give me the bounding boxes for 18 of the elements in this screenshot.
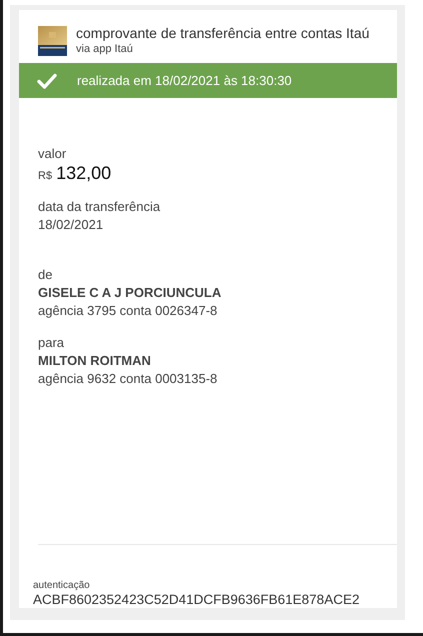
checkmark-icon	[37, 72, 57, 88]
party-label: de	[38, 266, 54, 284]
status-text: realizada em 18/02/2021 às 18:30:30	[77, 73, 292, 88]
bank-logo-icon	[38, 26, 67, 56]
party-label: para	[38, 334, 66, 352]
account-details: agência 9632 conta 0003135-8	[38, 370, 218, 388]
amount-label: valor	[38, 145, 68, 163]
amount-value: 132,00	[56, 163, 112, 184]
account-holder-name: MILTON ROITMAN	[38, 352, 152, 370]
date-value: 18/02/2021	[38, 216, 104, 234]
date-label: data da transferência	[38, 198, 162, 216]
receipt-subtitle: via app Itaú	[76, 42, 134, 56]
receipt-title: comprovante de transferência entre contas Itaú	[76, 25, 370, 42]
authentication-label: autenticação	[33, 580, 91, 592]
account-details: agência 3795 conta 0026347-8	[38, 302, 218, 320]
authentication-code: ACBF8602352423C52D41DCFB9636FB61E878ACE2	[33, 592, 360, 608]
currency-symbol: R$	[38, 170, 52, 182]
account-holder-name: GISELE C A J PORCIUNCULA	[38, 284, 222, 302]
